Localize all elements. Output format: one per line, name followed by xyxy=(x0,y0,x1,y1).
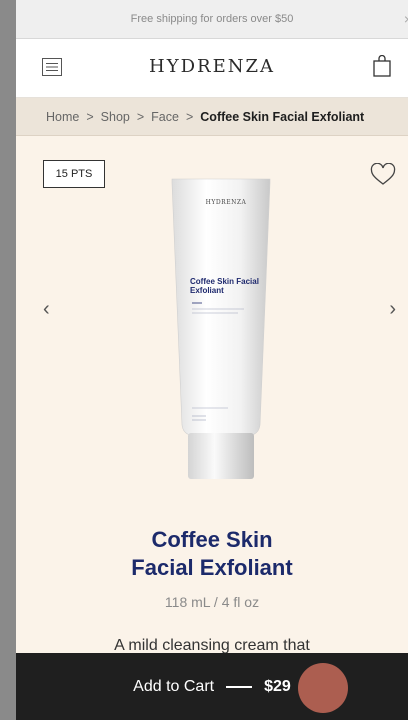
product-page: Free shipping for orders over $50 × HYDR… xyxy=(16,0,408,720)
breadcrumb-face[interactable]: Face xyxy=(151,110,179,124)
shopping-bag-icon[interactable] xyxy=(372,55,392,77)
close-icon[interactable]: × xyxy=(404,11,408,27)
product-title-line2: Facial Exfoliant xyxy=(131,555,293,580)
add-to-cart-label: Add to Cart xyxy=(133,677,215,695)
next-image-arrow[interactable]: › xyxy=(389,298,396,321)
breadcrumb-separator: > xyxy=(185,109,194,124)
points-badge: 15 PTS xyxy=(43,160,105,188)
cta-price: $29 xyxy=(264,677,291,695)
tube-product-label: Coffee Skin Facial Exfoliant xyxy=(190,277,259,295)
product-image: HYDRENZA Coffee Skin Facial Exfoliant xyxy=(166,175,276,485)
product-tube-graphic xyxy=(171,178,271,479)
site-header: HYDRENZA xyxy=(16,39,408,98)
prev-image-arrow[interactable]: ‹ xyxy=(43,298,50,321)
add-to-cart-button[interactable]: Add to Cart $29 xyxy=(16,653,408,720)
touch-indicator xyxy=(298,663,348,713)
tube-brand-label: HYDRENZA xyxy=(205,199,247,206)
cta-separator xyxy=(226,685,253,688)
breadcrumb: Home > Shop > Face > Coffee Skin Facial … xyxy=(16,98,408,136)
breadcrumb-home[interactable]: Home xyxy=(46,110,79,124)
product-size: 118 mL / 4 fl oz xyxy=(164,594,260,610)
product-title: Coffee Skin Facial Exfoliant xyxy=(16,526,408,582)
heart-icon[interactable] xyxy=(370,163,396,187)
product-title-line1: Coffee Skin xyxy=(151,527,273,552)
promo-text: Free shipping for orders over $50 xyxy=(130,13,294,25)
breadcrumb-separator: > xyxy=(136,109,145,124)
breadcrumb-current: Coffee Skin Facial Exfoliant xyxy=(200,109,365,124)
breadcrumb-shop[interactable]: Shop xyxy=(101,110,130,124)
brand-logo[interactable]: HYDRENZA xyxy=(16,56,408,77)
promo-banner: Free shipping for orders over $50 × xyxy=(16,0,408,39)
breadcrumb-separator: > xyxy=(86,109,94,124)
